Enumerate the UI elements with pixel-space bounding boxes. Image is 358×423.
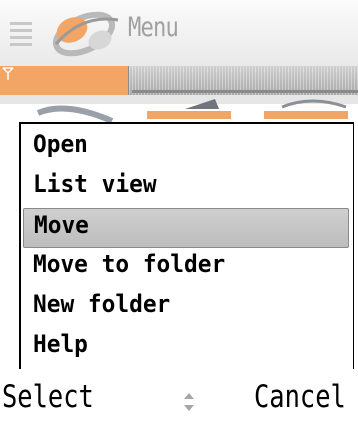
menu-item-label: Help [33, 330, 88, 358]
status-bar-line [132, 90, 358, 93]
background-icon-3 [264, 99, 348, 119]
options-menu: Open List view Move Move to folder New f… [19, 122, 354, 369]
background-icons [0, 95, 358, 125]
menu-item-label: New folder [33, 290, 171, 318]
title-pane: Menu [0, 0, 358, 66]
signal-indicator [0, 66, 128, 95]
menu-item-help[interactable]: Help [23, 328, 349, 368]
menu-item-move-to-folder[interactable]: Move to folder [23, 248, 349, 288]
menu-logo-icon [52, 11, 119, 57]
header-lines-icon [10, 22, 32, 48]
softkey-bar: Select Cancel [0, 369, 358, 423]
menu-item-label: Move to folder [33, 250, 226, 278]
status-strip [0, 66, 358, 104]
select-softkey[interactable]: Select [2, 379, 94, 415]
menu-item-move[interactable]: Move [23, 208, 349, 248]
menu-item-new-folder[interactable]: New folder [23, 288, 349, 328]
background-icon-2 [147, 99, 231, 119]
menu-item-label: Move [34, 211, 89, 239]
scroll-arrows-icon [184, 393, 194, 411]
menu-item-label: Open [33, 130, 88, 158]
menu-item-open[interactable]: Open [23, 128, 349, 168]
page-title: Menu [128, 12, 179, 43]
menu-item-label: List view [33, 170, 157, 198]
menu-item-list-view[interactable]: List view [23, 168, 349, 208]
signal-icon [2, 67, 14, 80]
background-icon-1 [36, 105, 114, 124]
phone-screen: Menu Open List view Move Move to folder … [0, 0, 358, 423]
cancel-softkey[interactable]: Cancel [254, 379, 346, 415]
